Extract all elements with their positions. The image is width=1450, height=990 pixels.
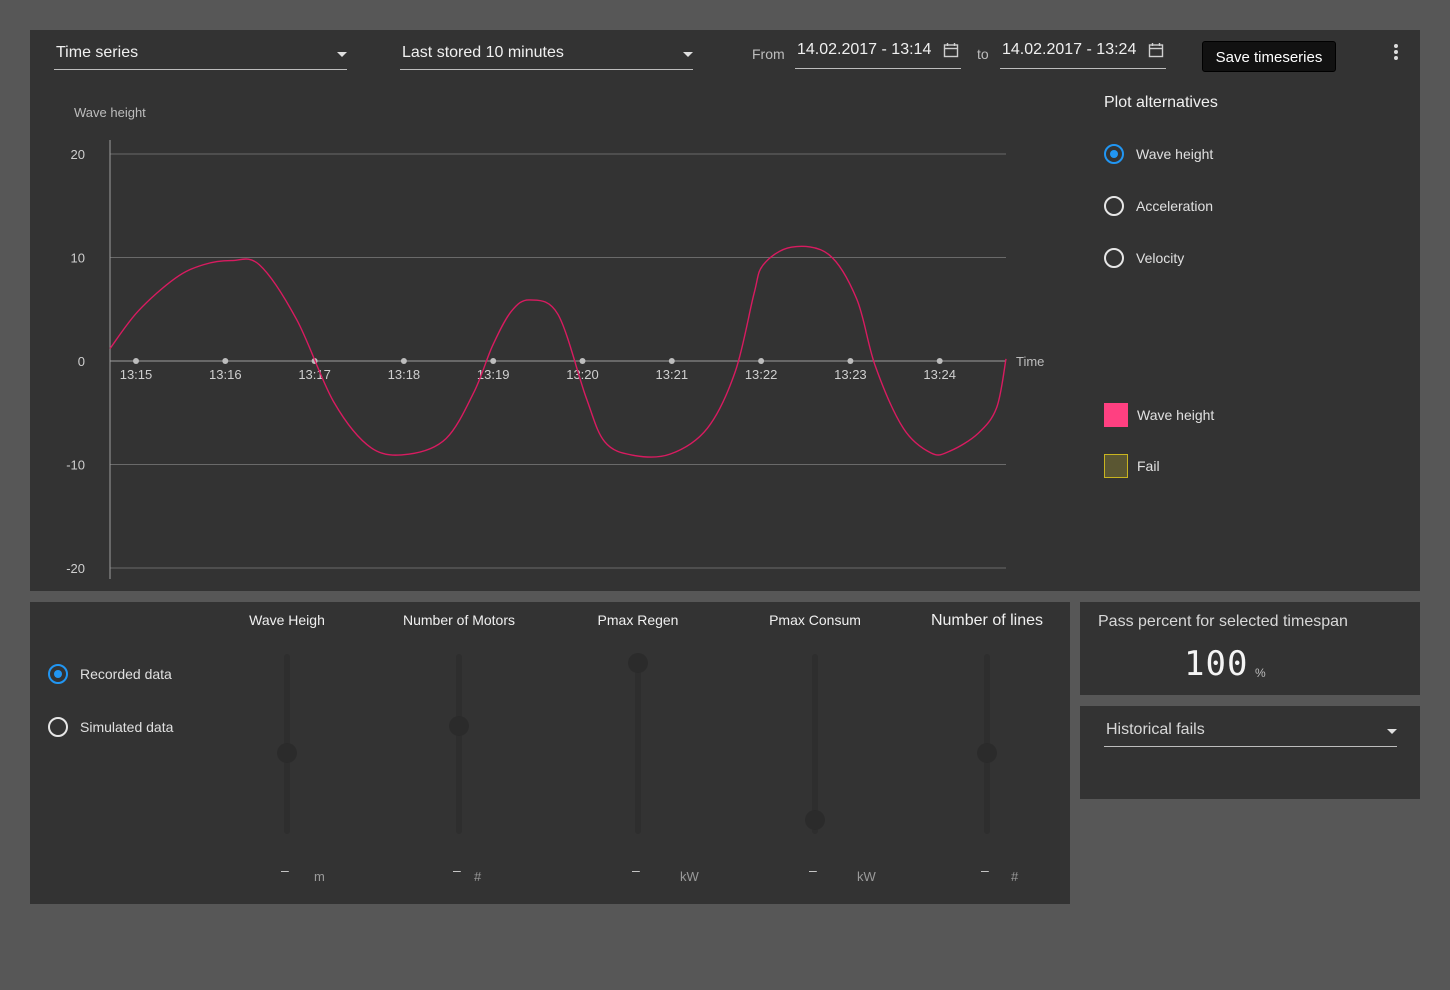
x-tick-label: 13:24: [923, 367, 956, 382]
radio-button-icon[interactable]: [48, 664, 68, 684]
to-date-value: 14.02.2017 - 13:24: [1002, 41, 1137, 58]
time-point-marker: [758, 358, 765, 364]
x-axis-label: Time: [1016, 354, 1044, 369]
slider-title: Number of Motors: [402, 612, 516, 628]
legend-item-wave-height: Wave height: [1104, 403, 1214, 427]
time-point-marker: [847, 358, 854, 364]
slider-value: –: [981, 862, 989, 878]
legend-label: Wave height: [1137, 407, 1215, 423]
radio-wave-height[interactable]: Wave height: [1104, 144, 1213, 164]
slider-unit: #: [1011, 869, 1019, 884]
y-tick-label: 0: [78, 354, 85, 369]
slider-value: –: [453, 862, 461, 878]
slider-track[interactable]: [635, 654, 641, 834]
radio-button-icon[interactable]: [48, 717, 68, 737]
radio-label: Velocity: [1136, 250, 1185, 266]
x-tick-label: 13:16: [209, 367, 242, 382]
chevron-down-icon: [337, 52, 347, 57]
x-tick-label: 13:15: [120, 367, 153, 382]
view-select[interactable]: Time series: [54, 42, 347, 70]
from-date-field[interactable]: 14.02.2017 - 13:14: [795, 41, 961, 69]
slider-title: Pmax Consum: [769, 612, 861, 628]
slider-thumb[interactable]: [977, 743, 997, 763]
radio-label: Acceleration: [1136, 198, 1214, 214]
chevron-down-icon: [1387, 729, 1397, 734]
to-label: to: [977, 46, 989, 62]
slider-thumb[interactable]: [449, 716, 469, 736]
time-point-marker: [579, 358, 586, 364]
y-axis-label: Wave height: [74, 105, 146, 120]
legend-swatch: [1104, 454, 1128, 478]
time-series-panel: Time series Last stored 10 minutes From …: [30, 30, 1420, 591]
slider-unit: kW: [680, 869, 699, 884]
calendar-icon[interactable]: [1148, 42, 1164, 58]
pass-percent-panel: Pass percent for selected timespan 100 %: [1080, 602, 1420, 695]
radio-label: Recorded data: [80, 666, 172, 682]
slider-thumb[interactable]: [628, 653, 648, 673]
time-point-marker: [400, 358, 407, 364]
radio-button-icon[interactable]: [1104, 196, 1124, 216]
x-tick-label: 13:21: [656, 367, 689, 382]
slider-track[interactable]: [812, 654, 818, 834]
slider-track[interactable]: [456, 654, 462, 834]
legend-label: Fail: [1137, 458, 1160, 474]
time-point-marker: [133, 358, 139, 364]
wave-height-series-line: [109, 245, 1007, 458]
slider-value: –: [281, 862, 289, 878]
slider-thumb[interactable]: [805, 809, 825, 830]
radio-recorded-data[interactable]: Recorded data: [48, 664, 172, 684]
historical-fails-value: Historical fails: [1106, 721, 1205, 738]
radio-simulated-data[interactable]: Simulated data: [48, 717, 173, 737]
slider-unit: m: [314, 869, 325, 884]
radio-label: Simulated data: [80, 719, 174, 735]
from-date-value: 14.02.2017 - 13:14: [797, 41, 932, 58]
radio-velocity[interactable]: Velocity: [1104, 248, 1184, 268]
y-tick-label: -20: [66, 561, 85, 576]
y-tick-label: 10: [71, 251, 85, 266]
slider-unit: #: [474, 869, 482, 884]
radio-acceleration[interactable]: Acceleration: [1104, 196, 1213, 216]
y-tick-label: 20: [71, 147, 85, 162]
radio-label: Wave height: [1136, 146, 1214, 162]
historical-fails-select[interactable]: Historical fails: [1104, 719, 1397, 747]
slider-title: Pmax Regen: [597, 612, 679, 628]
slider-value: –: [632, 862, 640, 878]
more-vert-icon[interactable]: [1390, 44, 1402, 64]
y-tick-label: -10: [66, 458, 85, 473]
legend-item-fail: Fail: [1104, 454, 1160, 478]
plot-alternatives-title: Plot alternatives: [1104, 94, 1218, 111]
calendar-icon[interactable]: [943, 42, 959, 58]
to-date-field[interactable]: 14.02.2017 - 13:24: [1000, 41, 1166, 69]
slider-unit: kW: [857, 869, 876, 884]
radio-button-icon[interactable]: [1104, 144, 1124, 164]
x-tick-label: 13:23: [834, 367, 867, 382]
time-range-select[interactable]: Last stored 10 minutes: [400, 42, 693, 70]
slider-title: Wave Heigh: [249, 612, 325, 628]
pass-percent-title: Pass percent for selected timespan: [1098, 613, 1348, 630]
view-select-value: Time series: [56, 44, 139, 61]
simulation-panel: Recorded data Simulated data Wave Heigh –…: [30, 602, 1070, 904]
time-range-value: Last stored 10 minutes: [402, 44, 564, 61]
x-tick-label: 13:22: [745, 367, 778, 382]
historical-fails-panel: Historical fails: [1080, 706, 1420, 799]
time-point-marker: [936, 358, 943, 364]
x-tick-label: 13:17: [298, 367, 331, 382]
slider-value: –: [809, 862, 817, 878]
save-timeseries-button[interactable]: Save timeseries: [1202, 41, 1336, 72]
x-tick-label: 13:18: [388, 367, 421, 382]
time-point-marker: [668, 358, 675, 364]
slider-title: Number of lines: [930, 612, 1044, 629]
pass-percent-unit: %: [1255, 666, 1266, 680]
slider-thumb[interactable]: [277, 743, 297, 763]
time-point-marker: [490, 358, 497, 364]
from-label: From: [752, 46, 785, 62]
pass-percent-value: 100: [1184, 644, 1249, 684]
legend-swatch: [1104, 403, 1128, 427]
time-point-marker: [222, 358, 229, 364]
radio-button-icon[interactable]: [1104, 248, 1124, 268]
wave-height-chart: Wave height 20 10 0 -10 -20 Time 13:15 13:16 13:1…: [66, 105, 1044, 579]
x-tick-label: 13:20: [566, 367, 599, 382]
chevron-down-icon: [683, 52, 693, 57]
